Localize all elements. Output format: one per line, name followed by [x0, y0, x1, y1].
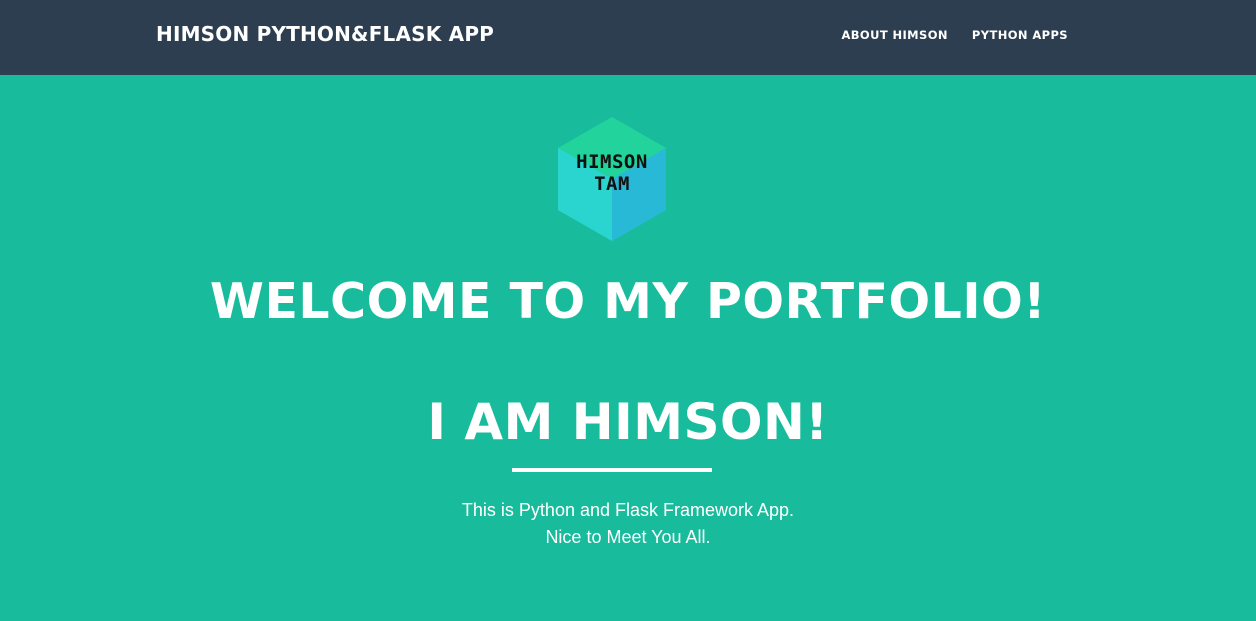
divider — [512, 468, 712, 472]
masthead: HIMSON TAM WELCOME TO MY PORTFOLIO! I AM… — [0, 75, 1256, 621]
page-title: WELCOME TO MY PORTFOLIO! — [209, 273, 1047, 330]
nav-links: ABOUT HIMSON PYTHON APPS — [841, 28, 1068, 42]
brand-link[interactable]: HIMSON PYTHON&FLASK APP — [156, 22, 494, 46]
page-subtitle: I AM HIMSON! — [427, 393, 829, 451]
tagline-line-2: Nice to Meet You All. — [545, 527, 711, 547]
logo-text: HIMSON TAM — [556, 151, 668, 195]
tagline-line-1: This is Python and Flask Framework App. — [461, 500, 795, 520]
logo-line-2: TAM — [594, 173, 630, 195]
navbar: HIMSON PYTHON&FLASK APP ABOUT HIMSON PYT… — [0, 0, 1256, 75]
logo: HIMSON TAM — [556, 115, 668, 243]
nav-link-about-himson[interactable]: ABOUT HIMSON — [841, 28, 947, 42]
tagline: This is Python and Flask Framework App. … — [0, 497, 1256, 551]
nav-link-python-apps[interactable]: PYTHON APPS — [972, 28, 1068, 42]
logo-line-1: HIMSON — [576, 151, 648, 173]
